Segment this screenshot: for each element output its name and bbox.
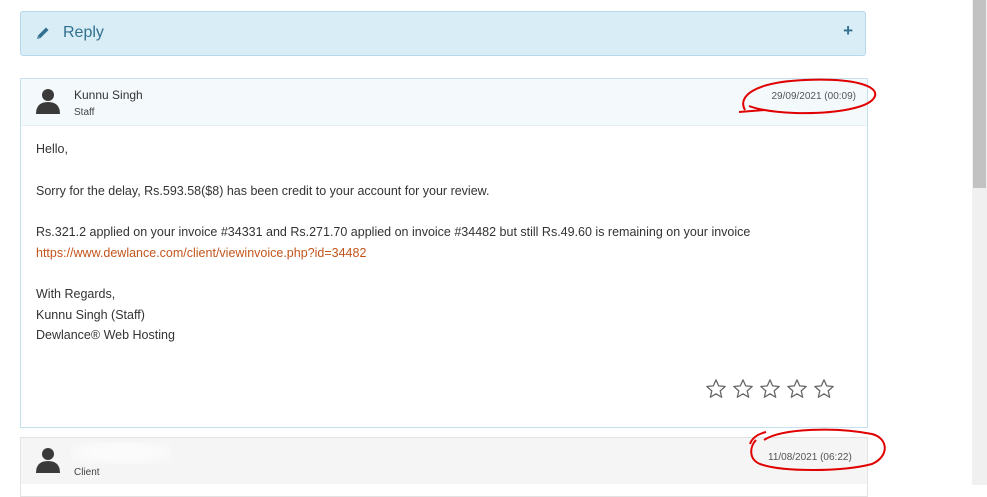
user-icon bbox=[36, 89, 60, 114]
poster-role: Staff bbox=[74, 107, 95, 118]
star-icon[interactable] bbox=[732, 378, 754, 400]
star-icon[interactable] bbox=[705, 378, 727, 400]
body-line: Dewlance® Web Hosting bbox=[36, 328, 175, 342]
body-line: With Regards, bbox=[36, 287, 116, 301]
ticket-message-client: Client 11/08/2021 (06:22) bbox=[20, 437, 868, 497]
star-icon[interactable] bbox=[813, 378, 835, 400]
poster-role: Client bbox=[74, 467, 100, 478]
reply-panel-toggle[interactable]: Reply + bbox=[20, 11, 866, 56]
invoice-link[interactable]: https://www.dewlance.com/client/viewinvo… bbox=[36, 246, 366, 260]
body-line: Rs.321.2 applied on your invoice #34331 … bbox=[36, 225, 751, 239]
message-date: 29/09/2021 (00:09) bbox=[771, 91, 856, 102]
body-line: Kunnu Singh (Staff) bbox=[36, 307, 145, 322]
star-icon[interactable] bbox=[759, 378, 781, 400]
message-header: Client 11/08/2021 (06:22) bbox=[21, 438, 867, 484]
plus-icon[interactable]: + bbox=[843, 21, 853, 41]
scrollbar-thumb[interactable] bbox=[973, 0, 986, 188]
poster-name: Kunnu Singh bbox=[74, 88, 143, 102]
body-line: Hello, bbox=[36, 142, 68, 156]
rating-stars[interactable] bbox=[705, 378, 835, 400]
ticket-message-staff: Kunnu Singh Staff 29/09/2021 (00:09) Hel… bbox=[20, 78, 868, 428]
message-body: Hello, Sorry for the delay, Rs.593.58($8… bbox=[36, 139, 836, 346]
reply-label: Reply bbox=[63, 24, 104, 41]
pencil-icon bbox=[37, 27, 49, 39]
body-line: Sorry for the delay, Rs.593.58($8) has b… bbox=[36, 183, 490, 198]
star-icon[interactable] bbox=[786, 378, 808, 400]
message-header: Kunnu Singh Staff 29/09/2021 (00:09) bbox=[21, 79, 867, 126]
message-date: 11/08/2021 (06:22) bbox=[768, 452, 852, 463]
